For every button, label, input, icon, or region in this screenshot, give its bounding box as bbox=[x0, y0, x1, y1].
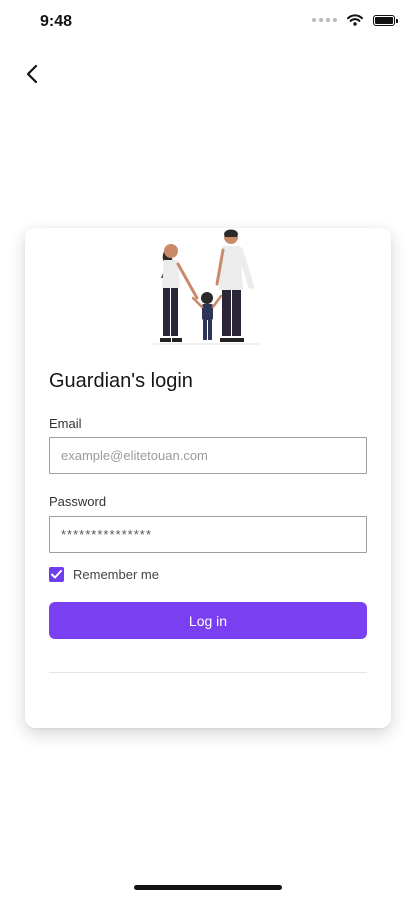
email-field[interactable] bbox=[49, 437, 367, 474]
home-indicator bbox=[134, 885, 282, 890]
battery-icon bbox=[373, 14, 398, 26]
password-label: Password bbox=[49, 494, 107, 509]
password-field[interactable] bbox=[49, 516, 367, 553]
back-chevron-icon bbox=[26, 64, 38, 84]
remember-me-label: Remember me bbox=[73, 567, 159, 582]
back-button[interactable] bbox=[18, 60, 46, 88]
status-bar: 9:48 bbox=[0, 0, 415, 44]
family-illustration bbox=[153, 229, 259, 345]
wifi-icon bbox=[347, 14, 363, 26]
login-button[interactable]: Log in bbox=[49, 602, 367, 639]
divider bbox=[49, 672, 367, 673]
checkbox-checked[interactable] bbox=[49, 567, 64, 582]
status-icons bbox=[312, 14, 398, 26]
page-title: Guardian's login bbox=[49, 370, 193, 392]
remember-me-checkbox[interactable]: Remember me bbox=[49, 567, 159, 582]
login-card: Guardian's login Email Password Remember… bbox=[25, 228, 391, 728]
email-label: Email bbox=[49, 416, 82, 431]
checkmark-icon bbox=[51, 570, 62, 579]
status-time: 9:48 bbox=[40, 13, 73, 30]
cellular-signal-icon bbox=[312, 18, 337, 22]
